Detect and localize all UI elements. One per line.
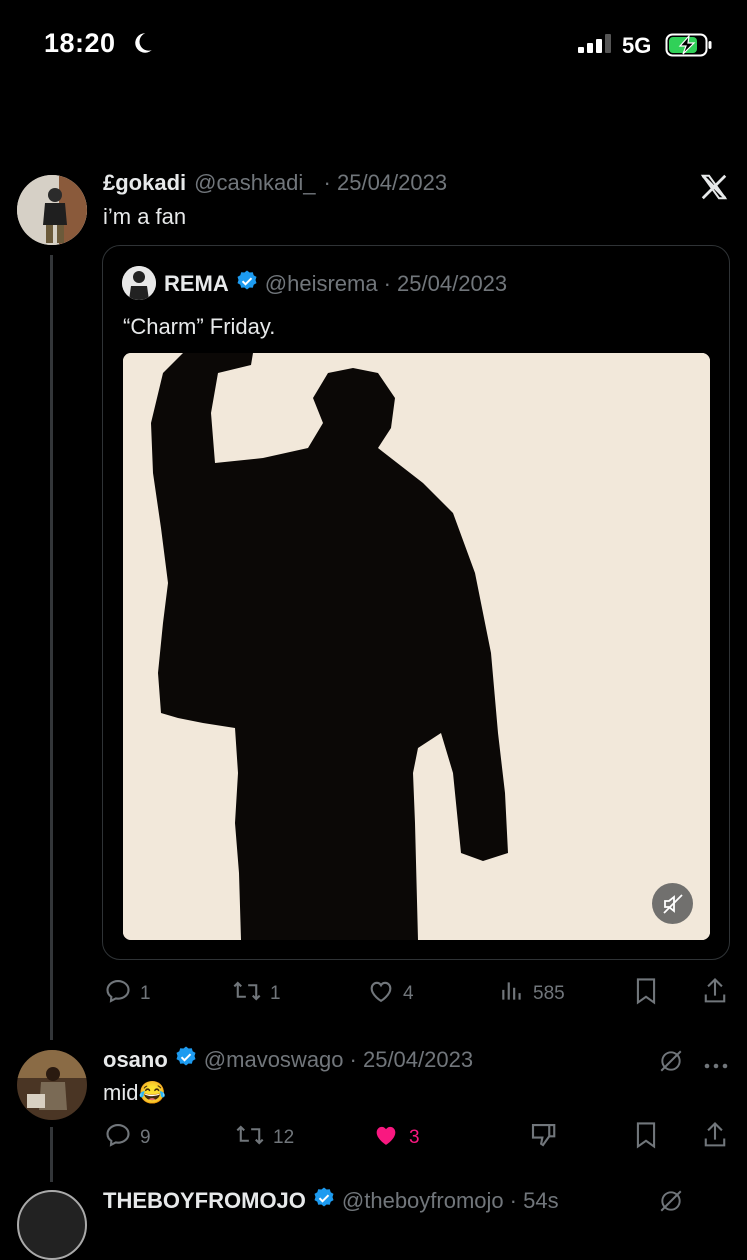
like-button[interactable]: 3 [371, 1121, 420, 1155]
bookmark-icon[interactable] [632, 976, 660, 1011]
avatar[interactable] [17, 1050, 87, 1120]
tweet-date[interactable]: · 25/04/2023 [324, 170, 448, 196]
x-logo-icon[interactable] [699, 172, 729, 207]
quoted-avatar[interactable] [122, 266, 156, 300]
share-icon[interactable] [701, 1120, 729, 1155]
views-count: 585 [533, 983, 565, 1004]
share-icon[interactable] [701, 976, 729, 1011]
reply-button[interactable]: 1 [104, 977, 151, 1011]
heart-filled-icon [371, 1121, 401, 1155]
more-options-icon[interactable] [703, 1057, 729, 1075]
reply-icon [104, 977, 132, 1011]
avatar[interactable] [17, 1190, 87, 1260]
author-name[interactable]: osano [103, 1047, 168, 1073]
verified-badge-icon [312, 1186, 336, 1215]
tweet-text: mid😂 [103, 1080, 166, 1105]
views-button[interactable]: 585 [499, 977, 565, 1011]
avatar[interactable] [17, 175, 87, 245]
repost-count: 12 [273, 1127, 295, 1148]
dislike-icon[interactable] [528, 1120, 558, 1155]
verified-badge-icon [235, 269, 259, 298]
network-type: 5G [622, 33, 652, 58]
quoted-tweet-text: “Charm” Friday. [123, 314, 276, 339]
do-not-disturb-moon-icon [129, 30, 155, 61]
author-name[interactable]: £gokadi [103, 170, 186, 196]
repost-button[interactable]: 12 [235, 1121, 294, 1155]
author-handle[interactable]: @theboyfromojo [342, 1188, 504, 1214]
quoted-tweet-date[interactable]: · 25/04/2023 [384, 271, 508, 297]
quoted-author-name[interactable]: REMA [164, 271, 229, 297]
reply-count: 9 [140, 1127, 151, 1148]
verified-badge-icon [174, 1045, 198, 1074]
tweet-date[interactable]: · 25/04/2023 [350, 1047, 474, 1073]
reply-button[interactable]: 9 [104, 1121, 151, 1155]
quoted-author-handle[interactable]: @heisrema [265, 271, 378, 297]
battery-charging-icon [665, 32, 713, 63]
repost-button[interactable]: 1 [232, 977, 281, 1011]
repost-icon [232, 977, 262, 1011]
grok-icon[interactable] [658, 1188, 684, 1219]
author-handle[interactable]: @mavoswago [204, 1047, 344, 1073]
cellular-signal-icon [578, 34, 611, 53]
tweet-text: i’m a fan [103, 204, 187, 229]
repost-count: 1 [270, 983, 281, 1004]
like-button[interactable]: 4 [367, 977, 414, 1011]
author-handle[interactable]: @cashkadi_ [194, 170, 315, 196]
reply-count: 1 [140, 983, 151, 1004]
tweet-date[interactable]: · 54s [510, 1188, 559, 1214]
heart-icon [367, 977, 395, 1011]
status-time: 18:20 [44, 28, 116, 58]
thread-connector-line [50, 255, 53, 1040]
author-name[interactable]: THEBOYFROMOJO [103, 1188, 306, 1214]
like-count: 3 [409, 1127, 420, 1148]
bookmark-icon[interactable] [632, 1120, 660, 1155]
mute-toggle-button[interactable] [652, 883, 693, 924]
grok-icon[interactable] [658, 1048, 684, 1079]
views-chart-icon [499, 977, 525, 1011]
reply-icon [104, 1121, 132, 1155]
repost-icon [235, 1121, 265, 1155]
like-count: 4 [403, 983, 414, 1004]
thread-connector-line [50, 1127, 53, 1182]
quoted-video-media[interactable] [123, 353, 710, 940]
